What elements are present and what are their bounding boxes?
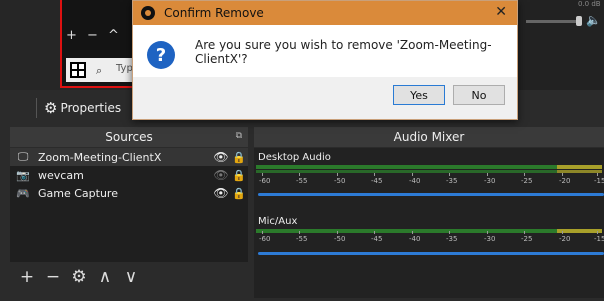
audio-mixer-title: Audio Mixer (254, 127, 604, 147)
sources-toolbar: + − ⚙ ∧ ∨ (10, 264, 248, 290)
list-item[interactable]: 🎮 Game Capture 👁 🔒 (10, 184, 248, 202)
confirm-remove-dialog: Confirm Remove ✕ ? Are you sure you wish… (132, 0, 518, 120)
volume-meter (256, 229, 602, 233)
tick-label: -45 (371, 231, 383, 243)
tick-label: -30 (484, 231, 496, 243)
eye-icon[interactable]: 👁 (212, 150, 230, 164)
toolbar-divider (36, 98, 37, 118)
tick-label: -30 (484, 173, 496, 185)
gamepad-icon: 🎮 (16, 186, 30, 200)
tick-label: -55 (296, 173, 308, 185)
tick-label: -15 (594, 173, 604, 185)
tick-label: -25 (521, 231, 533, 243)
eye-icon[interactable]: 👁 (212, 186, 230, 200)
tick-label: -20 (559, 173, 571, 185)
dialog-titlebar[interactable]: Confirm Remove ✕ (133, 1, 517, 25)
audio-mixer-title-label: Audio Mixer (393, 130, 465, 144)
speaker-icon[interactable]: 🔈 (586, 13, 601, 27)
tick-label: -15 (594, 231, 604, 243)
close-icon[interactable]: ✕ (495, 4, 507, 20)
source-label: Game Capture (38, 186, 118, 200)
dialog-message: Are you sure you wish to remove 'Zoom-Me… (195, 38, 492, 66)
mini-volume-knob[interactable] (576, 16, 582, 26)
remove-source-button[interactable]: − (44, 267, 62, 287)
mixer-channel-mic: Mic/Aux (258, 216, 604, 227)
volume-meter (256, 170, 602, 173)
source-label: Zoom-Meeting-ClientX (38, 150, 162, 164)
monitor-icon: 🖵 (17, 150, 29, 163)
properties-button[interactable]: ⚙ Properties (44, 98, 121, 118)
question-icon: ? (147, 41, 175, 69)
tick-label: -60 (259, 173, 271, 185)
volume-meter (256, 165, 602, 169)
tick-label: -40 (409, 173, 421, 185)
dialog-body: ? Are you sure you wish to remove 'Zoom-… (133, 25, 517, 77)
mini-mixer: 0.0 dB 🔈 (518, 0, 604, 90)
move-down-button[interactable]: ∨ (122, 267, 140, 287)
properties-label: Properties (60, 101, 122, 115)
gear-icon: ⚙ (44, 99, 58, 117)
windows-logo-icon (70, 62, 86, 78)
mini-db-label: 0.0 dB (578, 0, 601, 8)
meter-ticks: -60 -55 -50 -45 -40 -35 -30 -25 -20 -15 (254, 173, 604, 189)
tick-label: -50 (334, 231, 346, 243)
mini-volume-track[interactable] (526, 20, 576, 23)
tick-label: -25 (521, 173, 533, 185)
yes-button[interactable]: Yes (393, 85, 445, 105)
sources-title-label: Sources (105, 130, 153, 144)
tick-label: -40 (409, 231, 421, 243)
source-label: wevcam (38, 168, 84, 182)
audio-mixer: Desktop Audio -60 -55 -50 -45 -40 -35 -3… (254, 148, 604, 298)
tick-label: -35 (446, 231, 458, 243)
tick-label: -55 (296, 231, 308, 243)
meter-ticks: -60 -55 -50 -45 -40 -35 -30 -25 -20 -15 (254, 231, 604, 247)
tick-label: -45 (371, 173, 383, 185)
camera-icon: 📷 (16, 168, 30, 182)
search-icon: ⌕ (96, 64, 103, 77)
obs-window: + − ^ ⌕ Type 0.0 dB 🔈 ⚙ Properties Sourc… (0, 0, 604, 301)
sources-list: 🖵 Zoom-Meeting-ClientX 👁 🔒 📷 wevcam 👁 🔒 … (10, 148, 248, 262)
undock-icon[interactable]: ⧉ (236, 131, 242, 141)
tick-label: -35 (446, 173, 458, 185)
lock-icon[interactable]: 🔒 (230, 169, 248, 182)
obs-logo-icon (141, 6, 155, 20)
lock-icon[interactable]: 🔒 (230, 187, 248, 200)
move-up-button[interactable]: ∧ (96, 267, 114, 287)
tick-label: -50 (334, 173, 346, 185)
list-item[interactable]: 📷 wevcam 👁 🔒 (10, 166, 248, 184)
eye-hidden-icon[interactable]: 👁 (212, 168, 230, 182)
volume-slider[interactable] (258, 193, 604, 196)
source-properties-button[interactable]: ⚙ (70, 267, 88, 287)
volume-slider[interactable] (258, 252, 604, 255)
channel-name: Mic/Aux (258, 216, 298, 227)
dialog-title: Confirm Remove (164, 6, 264, 20)
tick-label: -60 (259, 231, 271, 243)
mixer-channel-desktop: Desktop Audio (258, 152, 604, 163)
no-button[interactable]: No (453, 85, 505, 105)
tick-label: -20 (559, 231, 571, 243)
sources-dock-title: Sources ⧉ (10, 127, 248, 147)
list-item[interactable]: 🖵 Zoom-Meeting-ClientX 👁 🔒 (10, 148, 248, 166)
add-source-button[interactable]: + (18, 267, 36, 287)
lock-icon[interactable]: 🔒 (230, 151, 248, 164)
inner-preview-controls: + − ^ (66, 28, 122, 43)
channel-name: Desktop Audio (258, 152, 331, 163)
